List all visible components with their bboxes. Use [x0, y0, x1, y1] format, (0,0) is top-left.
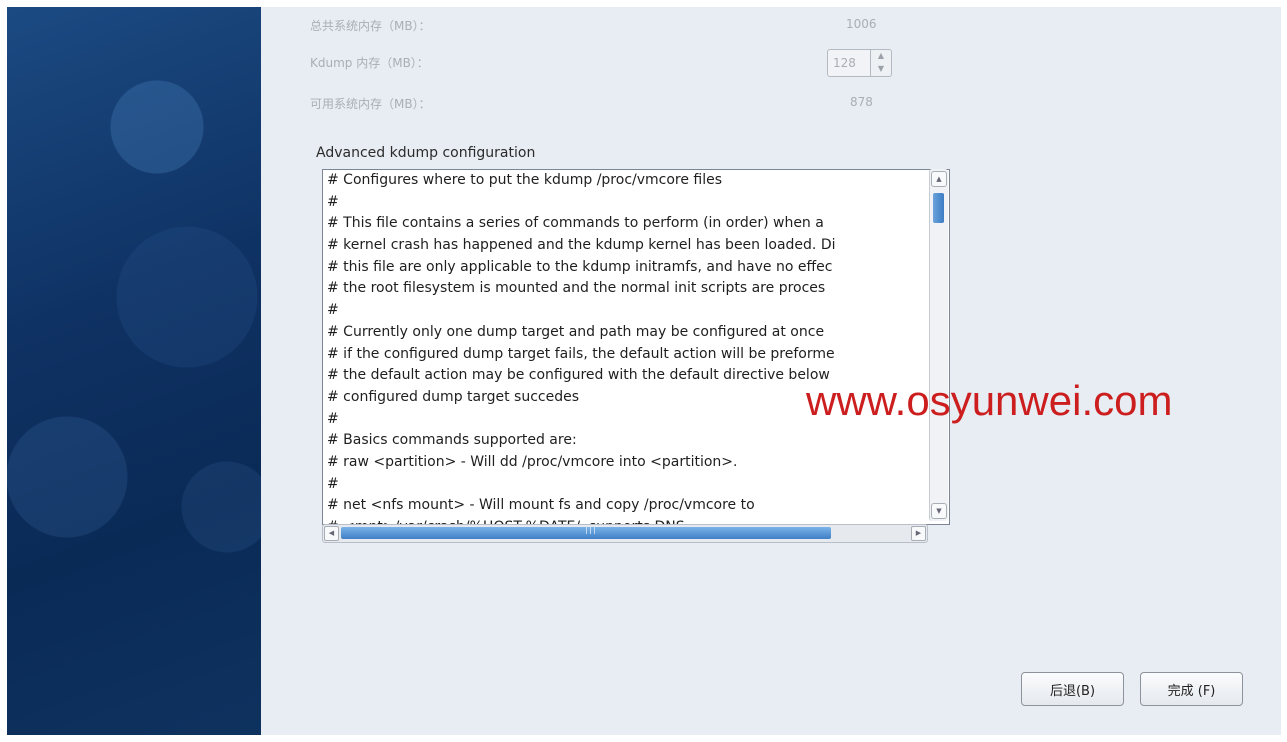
scroll-right-icon[interactable]: ▶: [911, 526, 926, 541]
scroll-up-icon[interactable]: ▲: [931, 171, 947, 187]
config-line: # Configures where to put the kdump /pro…: [327, 172, 723, 188]
sidebar-background: [7, 7, 261, 735]
config-line: # Basics commands supported are:: [327, 432, 577, 449]
available-memory-label: 可用系统内存（MB）：: [310, 97, 431, 111]
total-memory-label: 总共系统内存（MB）：: [310, 19, 431, 33]
back-button[interactable]: 后退(B): [1021, 672, 1124, 706]
scroll-grip-icon: |||: [585, 525, 598, 535]
advanced-config-label: Advanced kdump configuration: [316, 145, 536, 161]
config-line: #: [327, 475, 339, 492]
increment-icon[interactable]: ▲: [871, 50, 891, 63]
config-line: # kernel crash has happened and the kdum…: [327, 237, 836, 254]
horizontal-scrollbar[interactable]: ◀ ||| ▶: [322, 524, 928, 543]
finish-button[interactable]: 完成 (F): [1140, 672, 1243, 706]
config-line: # if the configured dump target fails, t…: [327, 345, 835, 362]
kdump-memory-stepper[interactable]: ▲ ▼: [871, 49, 892, 77]
scroll-left-icon[interactable]: ◀: [324, 526, 339, 541]
scroll-down-icon[interactable]: ▼: [931, 503, 947, 519]
config-line: # This file contains a series of command…: [327, 215, 824, 232]
config-line: #: [327, 302, 339, 319]
config-line: # this file are only applicable to the k…: [327, 258, 833, 275]
kdump-memory-label: Kdump 内存（MB）：: [310, 56, 429, 70]
config-line: # net <nfs mount> - Will mount fs and co…: [327, 497, 755, 514]
decrement-icon[interactable]: ▼: [871, 63, 891, 76]
config-line: # the root filesystem is mounted and the…: [327, 280, 826, 297]
kdump-memory-field[interactable]: 128: [827, 49, 871, 77]
config-text-area[interactable]: # Configures where to put the kdump /pro…: [322, 169, 950, 525]
kdump-config-panel: 总共系统内存（MB）： 1006 Kdump 内存（MB）： 128 ▲ ▼ 可…: [261, 7, 1281, 735]
watermark: www.osyunwei.com: [806, 377, 1173, 424]
total-memory-value: 1006: [846, 17, 877, 31]
config-line: # raw <partition> - Will dd /proc/vmcore…: [327, 453, 738, 470]
vertical-scrollbar[interactable]: ▲ ▼: [929, 169, 948, 521]
vertical-scroll-thumb[interactable]: [933, 193, 944, 223]
config-line: #: [327, 193, 339, 210]
config-line: # Currently only one dump target and pat…: [327, 323, 825, 340]
kdump-memory-spinner[interactable]: 128 ▲ ▼: [827, 49, 893, 77]
available-memory-value: 878: [850, 95, 873, 109]
